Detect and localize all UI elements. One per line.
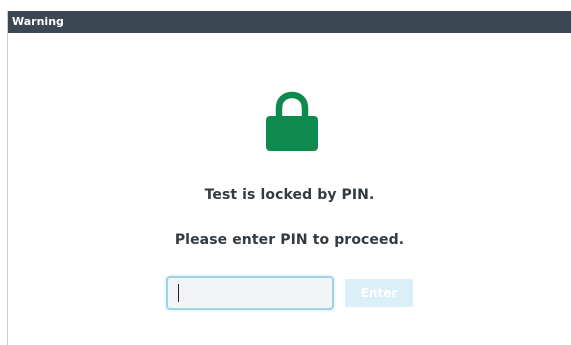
warning-dialog: Warning Test is locked by PIN. Please en… — [7, 11, 571, 345]
locked-message: Test is locked by PIN. — [204, 187, 375, 203]
dialog-title: Warning — [8, 11, 571, 33]
enter-button[interactable]: Enter — [345, 279, 413, 307]
pin-input[interactable] — [166, 276, 334, 310]
lock-icon — [266, 91, 318, 151]
text-caret — [178, 284, 179, 302]
enter-pin-message: Please enter PIN to proceed. — [174, 232, 405, 248]
